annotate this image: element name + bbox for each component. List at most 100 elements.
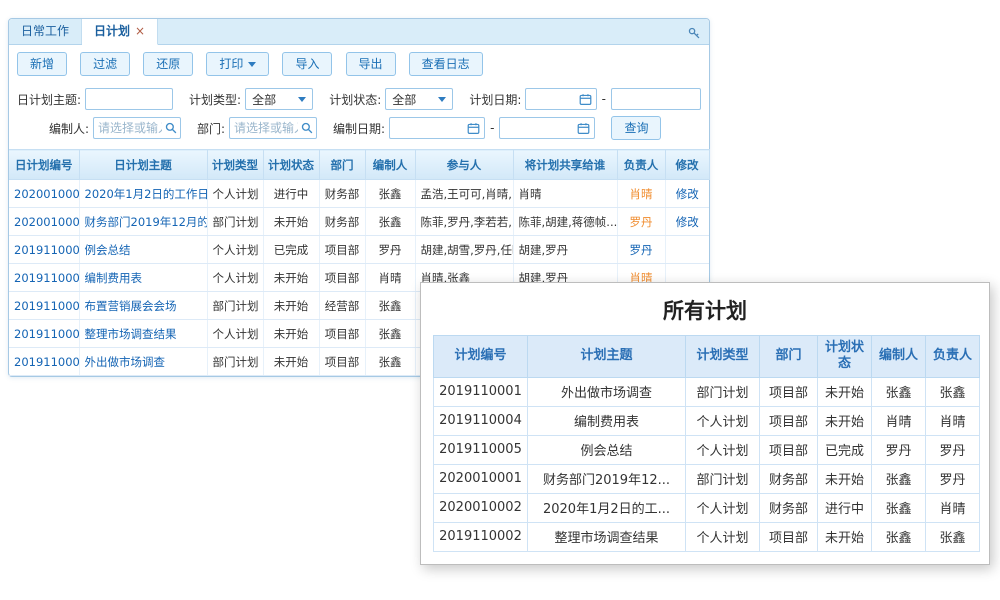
col-header-compiler: 编制人 <box>365 150 415 180</box>
plan-date-filter-label: 计划日期: <box>469 91 521 108</box>
leader-link[interactable]: 肖晴 <box>630 187 653 201</box>
leader-link[interactable]: 罗丹 <box>630 243 653 257</box>
import-button[interactable]: 导入 <box>282 52 332 76</box>
plan-subject-link[interactable]: 整理市场调查结果 <box>85 327 177 341</box>
share-with-cell: 陈菲,胡建,蒋德帧... <box>513 208 617 236</box>
plan-id-link[interactable]: 2020010001 <box>14 215 79 229</box>
plan-id-cell: 2020010001 <box>434 464 528 493</box>
plan-status-cell: 进行中 <box>263 180 319 208</box>
compiler-cell: 罗丹 <box>872 435 926 464</box>
all-plans-title: 所有计划 <box>433 295 977 325</box>
dept-cell: 项目部 <box>760 435 818 464</box>
plan-subject-cell: 2020年1月2日的工... <box>528 493 686 522</box>
plan-subject-cell: 整理市场调查结果 <box>528 522 686 551</box>
plan-type-cell: 个人计划 <box>686 522 760 551</box>
share-with-cell: 肖晴 <box>513 180 617 208</box>
table-row: 2019110004 编制费用表 个人计划 项目部 未开始 肖晴 肖晴 <box>434 406 980 435</box>
tab-close-icon[interactable]: × <box>135 24 145 38</box>
all-plans-window: 所有计划 计划编号 计划主题 计划类型 部门 计划状态 编制人 负责人 <box>420 282 990 565</box>
dept-cell: 经营部 <box>319 292 365 320</box>
plan-id-link[interactable]: 2019110003 <box>14 299 79 313</box>
export-button[interactable]: 导出 <box>346 52 396 76</box>
type-filter-select[interactable]: 全部 <box>245 88 313 110</box>
compile-date-filter-label: 编制日期: <box>333 120 385 137</box>
col-header-status: 计划状态 <box>263 150 319 180</box>
participants-cell: 孟浩,王可可,肖晴,张鑫 <box>415 180 513 208</box>
table-row: 2020010002 2020年1月2日的工... 个人计划 财务部 进行中 张… <box>434 493 980 522</box>
print-button-label: 打印 <box>219 57 243 71</box>
leader-link[interactable]: 罗丹 <box>630 215 653 229</box>
plan-type-cell: 部门计划 <box>207 292 263 320</box>
type-filter-label: 计划类型: <box>189 91 241 108</box>
plan-status-cell: 未开始 <box>263 320 319 348</box>
participants-cell: 陈菲,罗丹,李若若,罗... <box>415 208 513 236</box>
compiler-filter-label: 编制人: <box>17 120 89 137</box>
participants-cell: 胡建,胡雪,罗丹,任晓... <box>415 236 513 264</box>
modify-link[interactable]: 修改 <box>676 215 699 229</box>
compile-date-from-input[interactable] <box>389 117 485 139</box>
plan-id-link[interactable]: 2019110002 <box>14 327 79 341</box>
calendar-icon <box>577 122 590 135</box>
dept-cell: 项目部 <box>319 264 365 292</box>
query-button[interactable]: 查询 <box>611 116 661 140</box>
leader-cell: 罗丹 <box>926 435 980 464</box>
plan-subject-link[interactable]: 外出做市场调查 <box>85 355 166 369</box>
tab-daily-plan-label: 日计划 <box>94 24 130 38</box>
plan-id-link[interactable]: 2019110004 <box>14 271 79 285</box>
dept-cell: 项目部 <box>319 348 365 376</box>
table-header-row: 日计划编号 日计划主题 计划类型 计划状态 部门 编制人 参与人 将计划共享给谁… <box>9 150 709 180</box>
table-row: 2020010001 财务部门2019年12月的... 部门计划 未开始 财务部… <box>9 208 709 236</box>
plan-subject-link[interactable]: 编制费用表 <box>85 271 143 285</box>
plan-date-from-input[interactable] <box>525 88 596 110</box>
plan-subject-link[interactable]: 例会总结 <box>85 243 131 257</box>
search-icon <box>165 122 177 134</box>
plan-subject-link[interactable]: 布置营销展会会场 <box>85 299 177 313</box>
dept-cell: 财务部 <box>760 493 818 522</box>
tab-daily-work[interactable]: 日常工作 <box>9 19 82 44</box>
filter-row-1: 日计划主题: 计划类型: 全部 计划状态: 全部 计划日期: <box>17 88 701 110</box>
chevron-down-icon <box>298 97 306 102</box>
table-row: 2020010002 2020年1月2日的工作日... 个人计划 进行中 财务部… <box>9 180 709 208</box>
modify-link[interactable]: 修改 <box>676 187 699 201</box>
calendar-icon <box>467 122 480 135</box>
compiler-cell: 张鑫 <box>365 180 415 208</box>
date-range-separator: - <box>490 121 494 135</box>
leader-cell: 张鑫 <box>926 522 980 551</box>
plan-id-link[interactable]: 2019110001 <box>14 355 79 369</box>
plan-id-link[interactable]: 2019110005 <box>14 243 79 257</box>
dept-filter-label: 部门: <box>197 120 225 137</box>
plan-subject-link[interactable]: 财务部门2019年12月的... <box>85 215 208 229</box>
plan-status-cell: 进行中 <box>818 493 872 522</box>
dept-cell: 财务部 <box>319 180 365 208</box>
compile-date-to-input[interactable] <box>499 117 595 139</box>
calendar-icon <box>579 93 592 106</box>
plan-subject-link[interactable]: 2020年1月2日的工作日... <box>85 187 208 201</box>
status-filter-select[interactable]: 全部 <box>385 88 453 110</box>
plan-type-cell: 个人计划 <box>686 435 760 464</box>
subject-filter-input[interactable] <box>85 88 173 110</box>
add-button[interactable]: 新增 <box>17 52 67 76</box>
table-row: 2019110005 例会总结 个人计划 已完成 项目部 罗丹 胡建,胡雪,罗丹… <box>9 236 709 264</box>
view-log-button[interactable]: 查看日志 <box>409 52 483 76</box>
key-icon[interactable] <box>688 25 701 44</box>
dept-cell: 项目部 <box>760 377 818 406</box>
plan-status-cell: 已完成 <box>818 435 872 464</box>
leader-cell: 张鑫 <box>926 377 980 406</box>
dept-cell: 项目部 <box>760 406 818 435</box>
tab-daily-work-label: 日常工作 <box>21 24 69 38</box>
col-header-type: 计划类型 <box>207 150 263 180</box>
plan-id-link[interactable]: 2020010002 <box>14 187 79 201</box>
print-button[interactable]: 打印 <box>206 52 269 76</box>
filter-button[interactable]: 过滤 <box>80 52 130 76</box>
plan-subject-cell: 编制费用表 <box>528 406 686 435</box>
plan-subject-cell: 外出做市场调查 <box>528 377 686 406</box>
compiler-cell: 张鑫 <box>365 348 415 376</box>
status-filter-label: 计划状态: <box>329 91 381 108</box>
col-header-leader: 负责人 <box>926 336 980 378</box>
tab-daily-plan[interactable]: 日计划 × <box>82 19 158 45</box>
plan-id-cell: 2019110001 <box>434 377 528 406</box>
col-header-subject: 日计划主题 <box>79 150 207 180</box>
restore-button[interactable]: 还原 <box>143 52 193 76</box>
plan-status-cell: 未开始 <box>818 377 872 406</box>
plan-date-to-input[interactable] <box>611 88 701 110</box>
